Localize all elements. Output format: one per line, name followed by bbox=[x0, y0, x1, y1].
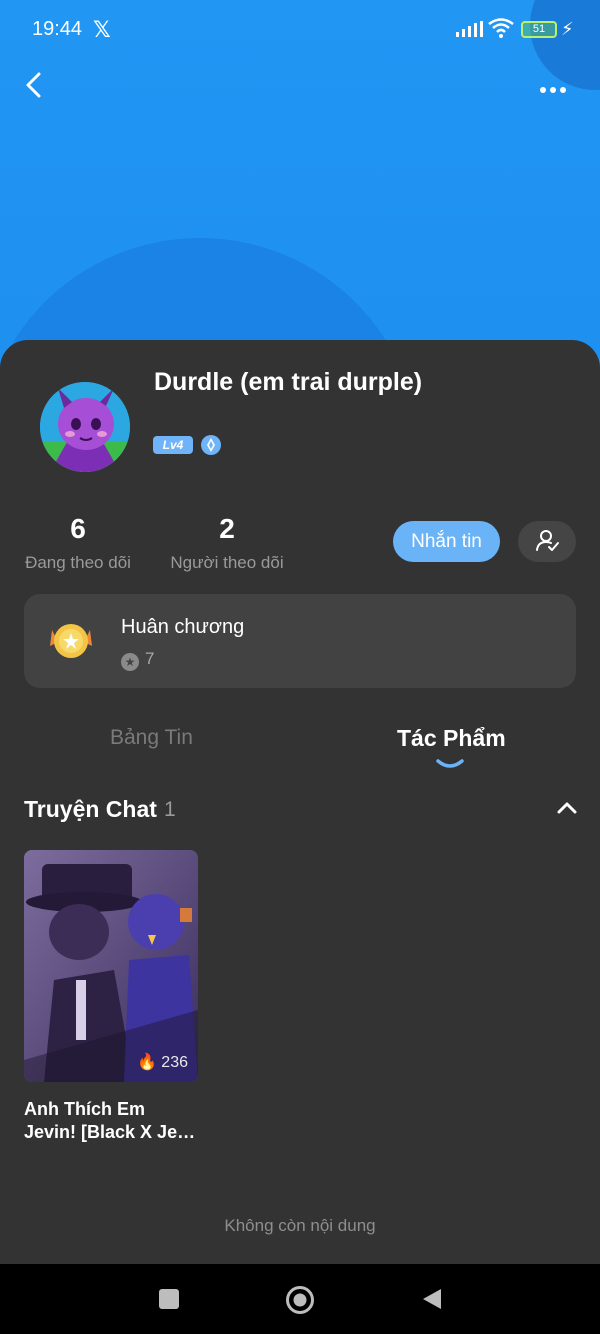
story-cover-image bbox=[24, 850, 198, 1082]
story-title[interactable]: Anh Thích Em Jevin! [Black X Je… bbox=[24, 1098, 200, 1144]
story-views: 🔥 236 bbox=[137, 1052, 188, 1072]
followers-label: Người theo dõi bbox=[170, 553, 284, 572]
message-button[interactable]: Nhắn tin bbox=[393, 521, 500, 562]
wifi-icon bbox=[488, 18, 514, 38]
x-logo-icon: 𝕏 bbox=[93, 17, 111, 42]
avatar[interactable] bbox=[40, 382, 130, 472]
status-bar: 19:44 𝕏 51 ⚡ bbox=[0, 0, 600, 60]
section-count: 1 bbox=[164, 798, 176, 821]
section-title: Truyện Chat bbox=[24, 796, 157, 822]
charging-bolt-icon: ⚡ bbox=[561, 19, 574, 39]
following-stat[interactable]: 6 Đang theo dõi bbox=[18, 513, 138, 573]
system-navbar bbox=[0, 1264, 600, 1334]
status-time: 19:44 bbox=[32, 18, 83, 40]
tab-active-indicator bbox=[436, 759, 464, 768]
tab-news[interactable]: Bảng Tin bbox=[110, 726, 193, 750]
followers-count: 2 bbox=[219, 513, 235, 544]
avatar-image bbox=[40, 382, 130, 472]
recent-apps-icon[interactable] bbox=[159, 1289, 179, 1309]
back-triangle-icon[interactable] bbox=[421, 1287, 443, 1311]
chevron-left-icon[interactable] bbox=[20, 70, 50, 100]
signal-icon bbox=[456, 21, 483, 37]
end-of-content-text: Không còn nội dung bbox=[224, 1216, 376, 1235]
followers-stat[interactable]: 2 Người theo dõi bbox=[164, 513, 290, 573]
tab-works[interactable]: Tác Phẩm bbox=[397, 725, 506, 752]
medals-count-row: ★ 7 bbox=[121, 649, 154, 671]
following-count: 6 bbox=[70, 513, 86, 544]
more-dots-icon[interactable] bbox=[540, 80, 576, 93]
medal-icon bbox=[50, 624, 92, 658]
level-badge: Lv4 bbox=[153, 436, 193, 454]
user-check-icon bbox=[536, 530, 559, 551]
follow-button[interactable] bbox=[518, 521, 576, 562]
profile-name: Durdle (em trai durple) bbox=[154, 368, 423, 396]
battery-indicator: 51 bbox=[521, 21, 557, 38]
home-icon[interactable] bbox=[285, 1285, 315, 1315]
chevron-up-icon[interactable] bbox=[556, 800, 578, 816]
following-label: Đang theo dõi bbox=[25, 553, 131, 572]
medals-card[interactable]: Huân chương ★ 7 bbox=[24, 594, 576, 688]
story-cover[interactable]: 🔥 236 bbox=[24, 850, 198, 1082]
star-icon: ★ bbox=[121, 653, 139, 671]
medals-title: Huân chương bbox=[121, 616, 245, 638]
fire-icon: 🔥 bbox=[137, 1054, 158, 1071]
medals-count: 7 bbox=[145, 649, 155, 668]
diamond-badge-icon bbox=[201, 435, 221, 455]
story-view-count: 236 bbox=[161, 1054, 188, 1071]
